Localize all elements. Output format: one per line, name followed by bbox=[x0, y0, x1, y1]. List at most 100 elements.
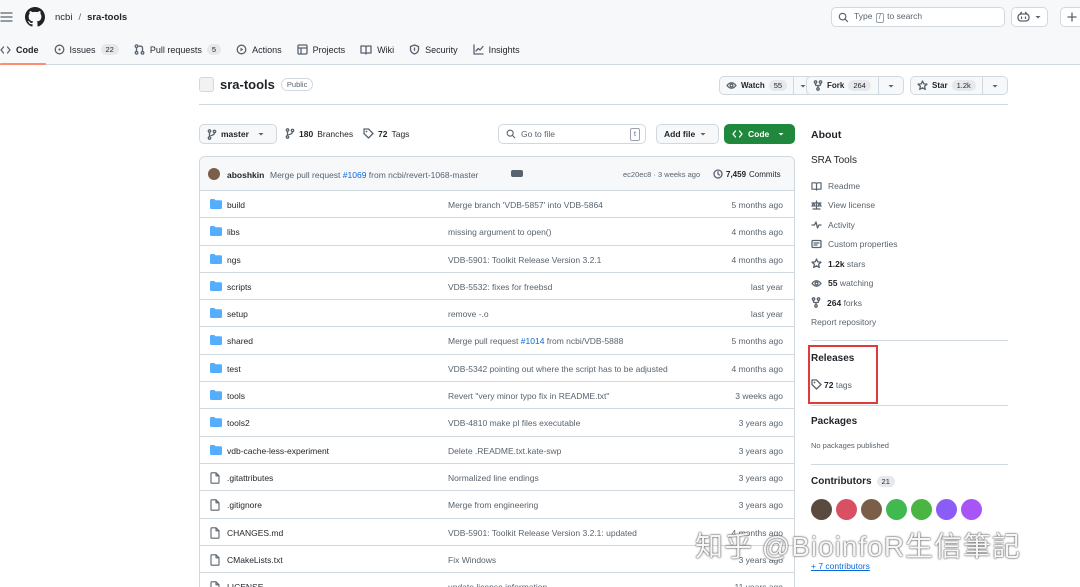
tab-wiki[interactable]: Wiki bbox=[360, 40, 401, 59]
ellipsis-icon[interactable] bbox=[511, 170, 523, 177]
file-commit-message[interactable]: Merge from engineering bbox=[448, 500, 538, 510]
packages-heading[interactable]: Packages bbox=[811, 416, 857, 427]
table-row[interactable]: build Merge branch 'VDB-5857' into VDB-58… bbox=[200, 191, 794, 219]
table-row[interactable]: shared Merge pull request #1014 from ncbi… bbox=[200, 327, 794, 355]
file-name[interactable]: setup bbox=[227, 309, 248, 319]
contributor-avatar[interactable] bbox=[911, 499, 932, 520]
chevron-down-icon[interactable] bbox=[983, 82, 1007, 90]
watch-button[interactable]: Watch 55 bbox=[719, 76, 814, 95]
file-commit-message[interactable]: Fix Windows bbox=[448, 555, 496, 565]
contributor-avatar[interactable] bbox=[886, 499, 907, 520]
tab-security[interactable]: Security bbox=[409, 40, 465, 59]
contributor-avatar[interactable] bbox=[836, 499, 857, 520]
org-avatar[interactable] bbox=[199, 77, 214, 92]
copilot-button[interactable] bbox=[1011, 7, 1048, 27]
file-commit-message[interactable]: update license information bbox=[448, 582, 547, 587]
law-icon bbox=[811, 200, 822, 210]
file-commit-time: 11 years ago bbox=[734, 582, 783, 587]
branch-selector[interactable]: master bbox=[199, 124, 277, 144]
file-commit-message[interactable]: Merge pull request #1014 from ncbi/VDB-5… bbox=[448, 336, 623, 346]
file-commit-message[interactable]: VDB-5342 pointing out where the script h… bbox=[448, 364, 668, 374]
file-commit-message[interactable]: remove -.o bbox=[448, 309, 489, 319]
create-new-button[interactable] bbox=[1060, 7, 1080, 27]
tags-link[interactable]: 72 Tags bbox=[363, 128, 409, 139]
file-commit-message[interactable]: Revert "very minor typo fix in README.tx… bbox=[448, 391, 609, 401]
file-name[interactable]: tools2 bbox=[227, 418, 250, 428]
table-row[interactable]: libs missing argument to open() 4 months a… bbox=[200, 218, 794, 246]
file-name[interactable]: CHANGES.md bbox=[227, 528, 283, 538]
code-button[interactable]: Code bbox=[724, 124, 795, 144]
file-name[interactable]: libs bbox=[227, 227, 240, 237]
fork-button[interactable]: Fork 264 bbox=[806, 76, 904, 95]
file-commit-message[interactable]: Merge branch 'VDB-5857' into VDB-5864 bbox=[448, 200, 603, 210]
table-row[interactable]: setup remove -.o last year bbox=[200, 300, 794, 328]
chevron-down-icon bbox=[699, 130, 707, 138]
tab-insights[interactable]: Insights bbox=[472, 40, 527, 59]
breadcrumb-repo[interactable]: sra-tools bbox=[87, 12, 127, 23]
report-repository-link[interactable]: Report repository bbox=[811, 317, 876, 327]
table-row[interactable]: ngs VDB-5901: Toolkit Release Version 3.2… bbox=[200, 246, 794, 273]
contributor-avatar[interactable] bbox=[961, 499, 982, 520]
forks-link[interactable]: 264 forks bbox=[811, 297, 862, 308]
go-to-file-input[interactable]: Go to file t bbox=[498, 124, 646, 144]
table-row[interactable]: scripts VDB-5532: fixes for freebsd last y… bbox=[200, 273, 794, 301]
license-link[interactable]: View license bbox=[811, 200, 875, 210]
commit-meta[interactable]: ec20ec8 · 3 weeks ago bbox=[623, 170, 700, 179]
tab-pull-requests[interactable]: Pull requests 5 bbox=[134, 40, 228, 59]
commit-author[interactable]: aboshkin bbox=[227, 170, 264, 180]
table-row[interactable]: .gitattributes Normalized line endings 3 y… bbox=[200, 464, 794, 492]
add-file-button[interactable]: Add file bbox=[656, 124, 719, 144]
table-row[interactable]: .gitignore Merge from engineering 3 years … bbox=[200, 491, 794, 519]
tab-actions[interactable]: Actions bbox=[236, 40, 289, 59]
file-commit-message[interactable]: VDB-5901: Toolkit Release Version 3.2.1:… bbox=[448, 528, 637, 538]
table-row[interactable]: vdb-cache-less-experiment Delete .README.… bbox=[200, 437, 794, 464]
table-row[interactable]: tools2 VDB-4810 make pl files executable 3… bbox=[200, 409, 794, 437]
file-commit-message[interactable]: VDB-5532: fixes for freebsd bbox=[448, 282, 552, 292]
branches-link[interactable]: 180 Branches bbox=[285, 128, 353, 139]
table-row[interactable]: test VDB-5342 pointing out where the scri… bbox=[200, 355, 794, 383]
custom-properties-link[interactable]: Custom properties bbox=[811, 239, 897, 249]
file-commit-message[interactable]: Normalized line endings bbox=[448, 473, 539, 483]
file-name[interactable]: shared bbox=[227, 336, 253, 346]
contributor-avatar[interactable] bbox=[936, 499, 957, 520]
readme-link[interactable]: Readme bbox=[811, 181, 860, 191]
star-button[interactable]: Star 1.2k bbox=[910, 76, 1008, 95]
file-name[interactable]: .gitignore bbox=[227, 500, 262, 510]
chevron-down-icon[interactable] bbox=[879, 82, 903, 90]
watching-link[interactable]: 55 watching bbox=[811, 278, 873, 288]
tab-code[interactable]: Code bbox=[0, 40, 46, 65]
pr-link[interactable]: #1014 bbox=[521, 336, 545, 346]
file-name[interactable]: scripts bbox=[227, 282, 252, 292]
activity-link[interactable]: Activity bbox=[811, 220, 855, 230]
repo-name[interactable]: sra-tools bbox=[220, 77, 275, 92]
file-name[interactable]: CMakeLists.txt bbox=[227, 555, 283, 565]
table-row[interactable]: tools Revert "very minor typo fix in READ… bbox=[200, 382, 794, 410]
file-name[interactable]: .gitattributes bbox=[227, 473, 273, 483]
contributor-avatar[interactable] bbox=[861, 499, 882, 520]
commits-link[interactable]: 7,459 Commits bbox=[713, 169, 781, 179]
file-commit-message[interactable]: missing argument to open() bbox=[448, 227, 551, 237]
table-row[interactable]: LICENSE update license information 11 year… bbox=[200, 573, 794, 587]
breadcrumb-org[interactable]: ncbi bbox=[55, 12, 72, 23]
avatar[interactable] bbox=[208, 168, 220, 180]
file-commit-message[interactable]: VDB-4810 make pl files executable bbox=[448, 418, 580, 428]
file-name[interactable]: tools bbox=[227, 391, 245, 401]
file-name[interactable]: ngs bbox=[227, 255, 241, 265]
file-name[interactable]: test bbox=[227, 364, 241, 374]
file-name[interactable]: LICENSE bbox=[227, 582, 263, 587]
file-name[interactable]: vdb-cache-less-experiment bbox=[227, 446, 329, 456]
tab-projects[interactable]: Projects bbox=[296, 40, 353, 59]
search-input[interactable]: Type / to search bbox=[831, 7, 1005, 27]
file-commit-message[interactable]: Delete .README.txt.kate-swp bbox=[448, 446, 561, 456]
stars-link[interactable]: 1.2k stars bbox=[811, 258, 865, 269]
file-name[interactable]: build bbox=[227, 200, 245, 210]
tab-issues[interactable]: Issues 22 bbox=[54, 40, 126, 59]
commit-message[interactable]: Merge pull request #1069 from ncbi/rever… bbox=[270, 170, 478, 180]
github-logo-icon[interactable] bbox=[25, 7, 45, 27]
folder-icon bbox=[210, 226, 222, 237]
pr-link[interactable]: #1069 bbox=[343, 170, 367, 180]
contributors-heading[interactable]: Contributors 21 bbox=[811, 476, 895, 487]
contributor-avatar[interactable] bbox=[811, 499, 832, 520]
file-commit-message[interactable]: VDB-5901: Toolkit Release Version 3.2.1 bbox=[448, 255, 601, 265]
menu-icon[interactable] bbox=[0, 8, 14, 26]
